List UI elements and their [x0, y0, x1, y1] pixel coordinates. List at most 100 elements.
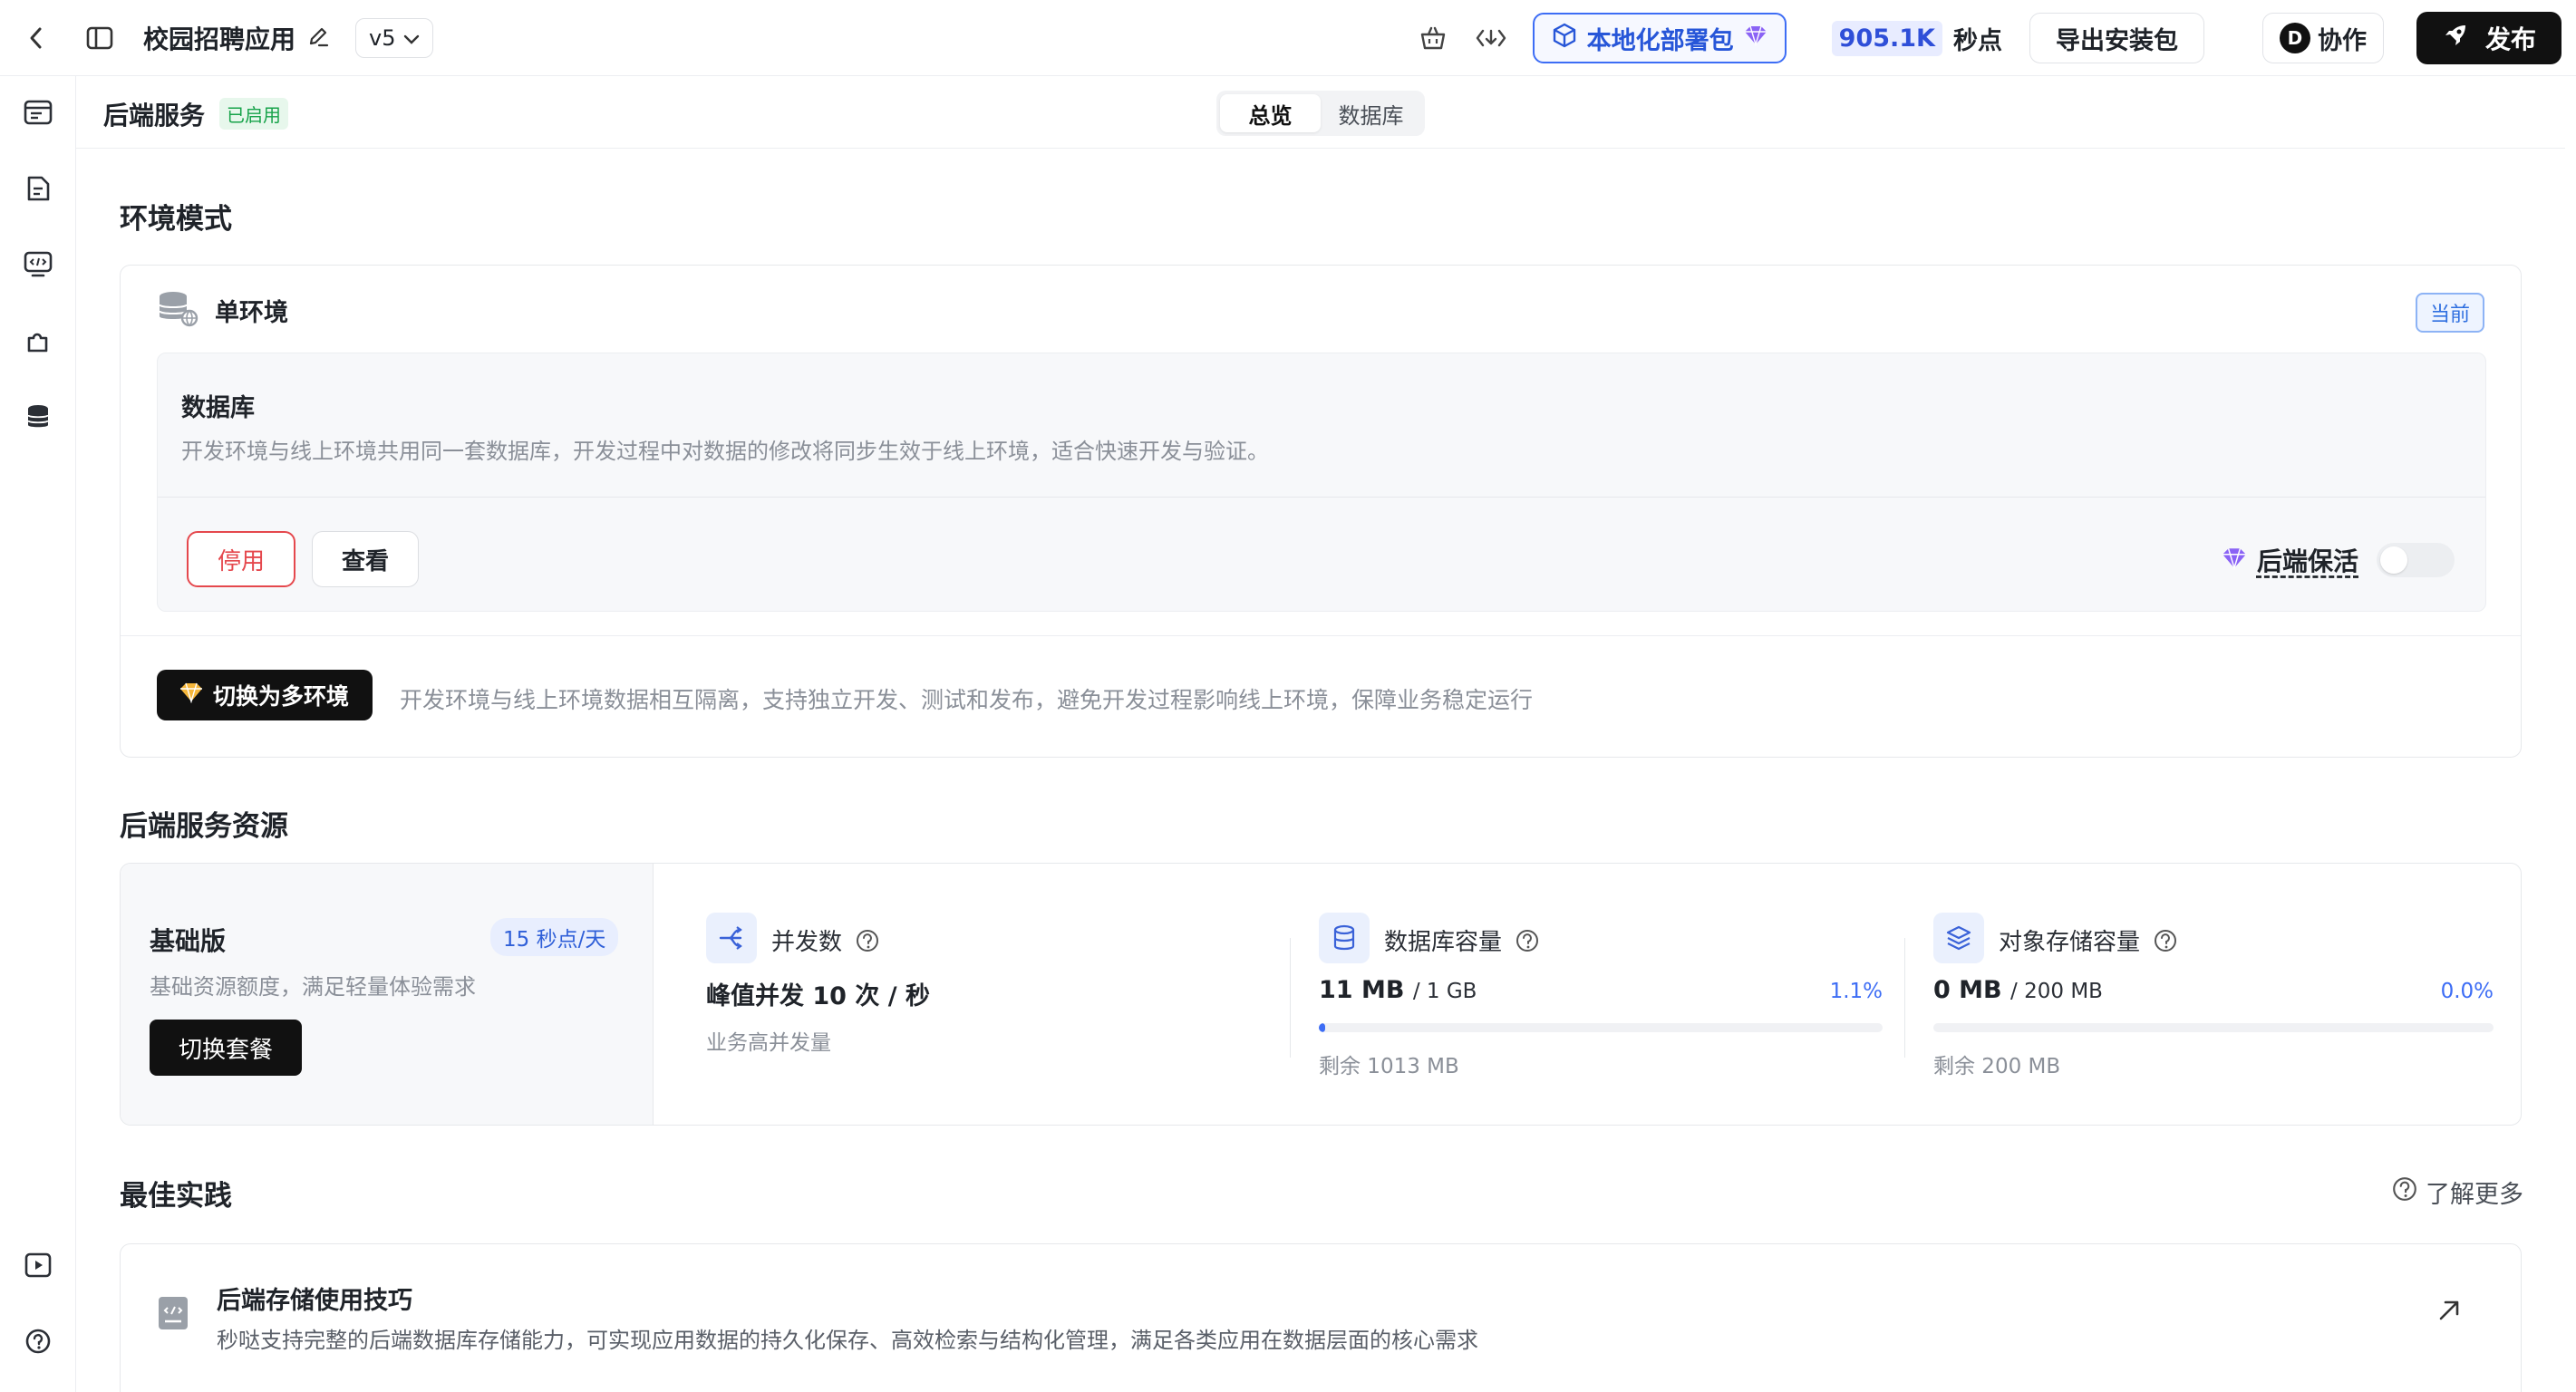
question-icon[interactable]	[855, 928, 880, 953]
object-storage-progress	[1933, 1023, 2494, 1032]
tab-database[interactable]: 数据库	[1321, 94, 1421, 132]
db-capacity-progress	[1319, 1023, 1883, 1032]
edit-icon[interactable]	[306, 24, 330, 52]
code-screen-icon[interactable]	[18, 245, 58, 285]
db-capacity-total: / 1 GB	[1412, 980, 1477, 1003]
resources-section-title: 后端服务资源	[120, 810, 288, 843]
concurrency-title-row: 并发数	[771, 923, 880, 957]
basket-icon[interactable]	[1413, 18, 1453, 58]
rocket-icon	[2442, 22, 2469, 55]
publish-button[interactable]: 发布	[2416, 12, 2561, 64]
code-download-icon[interactable]	[1471, 18, 1511, 58]
collaborate-label: 协作	[2317, 26, 2367, 55]
help-icon[interactable]	[18, 1321, 58, 1361]
points-value: 905.1K	[1831, 20, 1942, 56]
keepalive-label: 后端保活	[2256, 546, 2358, 576]
points-unit: 秒点	[1952, 26, 2002, 55]
env-mode-name: 单环境	[215, 299, 288, 327]
db-capacity-remaining: 剩余 1013 MB	[1319, 1055, 1459, 1078]
env-mode-card: 单环境 当前 数据库 开发环境与线上环境共用同一套数据库，开发过程中对数据的修改…	[120, 265, 2522, 758]
tip-description: 秒哒支持完整的后端数据库存储能力，可实现应用数据的持久化保存、高效检索与结构化管…	[217, 1328, 1478, 1353]
multi-env-description: 开发环境与线上环境数据相互隔离，支持独立开发、测试和发布，避免开发过程影响线上环…	[400, 687, 1534, 713]
db-capacity-value: 11 MB / 1 GB	[1319, 976, 1477, 1004]
concurrency-metric: 并发数 峰值并发 10 次 / 秒 业务高并发量	[706, 864, 1250, 1125]
tab-overview[interactable]: 总览	[1220, 94, 1321, 132]
database-globe-icon	[157, 289, 199, 331]
view-button[interactable]: 查看	[312, 531, 419, 587]
tip-title: 后端存储使用技巧	[217, 1287, 412, 1315]
plan-price-tag: 15 秒点/天	[490, 918, 619, 956]
question-icon	[2391, 1175, 2418, 1209]
learn-more-link[interactable]: 了解更多	[2391, 1174, 2523, 1210]
plan-name: 基础版	[150, 926, 227, 956]
db-capacity-percent: 1.1%	[1829, 980, 1883, 1003]
main-content: 后端服务 已启用 总览 数据库 环境模式 单环境 当前 数据库 开发环境与线上环…	[76, 76, 2565, 1392]
left-sidebar	[0, 76, 76, 1392]
switch-plan-button[interactable]: 切换套餐	[150, 1020, 303, 1076]
version-select[interactable]: v5	[355, 17, 433, 58]
database-icon[interactable]	[18, 397, 58, 437]
sidebar-toggle-icon[interactable]	[80, 18, 120, 58]
divider	[1904, 938, 1905, 1058]
browser-icon[interactable]	[18, 92, 58, 132]
page-title: 后端服务	[103, 101, 206, 130]
concurrency-sub: 业务高并发量	[706, 1031, 831, 1055]
local-deploy-button[interactable]: 本地化部署包	[1532, 13, 1787, 63]
object-storage-title-row: 对象存储容量	[1999, 923, 2178, 957]
points-balance: 905.1K 秒点	[1831, 20, 2002, 56]
concurrency-title: 并发数	[771, 929, 843, 956]
object-storage-value: 0 MB / 200 MB	[1933, 976, 2103, 1004]
view-tabs: 总览 数据库	[1216, 91, 1425, 136]
database-icon	[1319, 913, 1370, 963]
publish-label: 发布	[2484, 24, 2536, 54]
collaborate-button[interactable]: D 协作	[2261, 13, 2384, 63]
external-arrow-icon[interactable]	[2436, 1297, 2463, 1328]
database-info-box: 数据库 开发环境与线上环境共用同一套数据库，开发过程中对数据的修改将同步生效于线…	[157, 353, 2486, 612]
object-storage-total: / 200 MB	[2010, 980, 2103, 1003]
app-title: 校园招聘应用	[143, 24, 296, 54]
concurrency-value: 峰值并发 10 次 / 秒	[706, 982, 931, 1010]
object-storage-metric: 对象存储容量 0 MB / 200 MB 0.0% 剩余 200 MB	[1933, 864, 2494, 1125]
fork-icon	[706, 913, 757, 963]
db-capacity-progress-fill	[1319, 1023, 1325, 1032]
db-capacity-title: 数据库容量	[1384, 929, 1503, 956]
plan-panel: 基础版 15 秒点/天 基础资源额度，满足轻量体验需求 切换套餐	[121, 864, 654, 1125]
plugin-icon[interactable]	[18, 321, 58, 361]
chevron-down-icon	[403, 25, 420, 51]
db-capacity-title-row: 数据库容量	[1384, 923, 1540, 957]
local-deploy-label: 本地化部署包	[1586, 26, 1734, 55]
object-storage-used: 0 MB	[1933, 976, 2002, 1004]
database-description: 开发环境与线上环境共用同一套数据库，开发过程中对数据的修改将同步生效于线上环境，…	[181, 439, 1269, 464]
layers-icon	[1933, 913, 1984, 963]
backend-keepalive: 后端保活	[2221, 542, 2455, 578]
top-bar: 校园招聘应用 v5 本地化部署包 905.1K 秒点 导出安装包 D 协作 发布	[0, 0, 2576, 76]
object-storage-remaining: 剩余 200 MB	[1933, 1055, 2061, 1078]
question-icon[interactable]	[2153, 928, 2178, 953]
divider	[158, 497, 2485, 498]
object-storage-title: 对象存储容量	[1999, 929, 2141, 956]
top-bar-left: 校园招聘应用 v5	[0, 17, 433, 58]
switch-multi-env-button[interactable]: 切换为多环境	[157, 670, 373, 720]
stop-button[interactable]: 停用	[187, 531, 295, 587]
gem-icon	[179, 682, 204, 709]
env-section-title: 环境模式	[120, 203, 232, 236]
play-icon[interactable]	[18, 1245, 58, 1285]
resources-card: 基础版 15 秒点/天 基础资源额度，满足轻量体验需求 切换套餐 并发数 峰值并…	[120, 863, 2522, 1126]
tip-card[interactable]: 后端存储使用技巧 秒哒支持完整的后端数据库存储能力，可实现应用数据的持久化保存、…	[120, 1243, 2522, 1392]
document-icon[interactable]	[18, 169, 58, 208]
object-storage-percent: 0.0%	[2440, 980, 2494, 1003]
switch-multi-env-label: 切换为多环境	[213, 683, 350, 710]
backend-subheader: 后端服务 已启用 总览 数据库	[76, 76, 2565, 149]
diamond-icon	[1743, 24, 1768, 53]
current-tag: 当前	[2415, 293, 2484, 333]
db-capacity-used: 11 MB	[1319, 976, 1405, 1004]
question-icon[interactable]	[1515, 928, 1540, 953]
keepalive-toggle[interactable]	[2377, 543, 2455, 577]
back-icon[interactable]	[16, 18, 56, 58]
best-practice-section-title: 最佳实践	[120, 1180, 232, 1213]
top-bar-right: 本地化部署包 905.1K 秒点 导出安装包 D 协作 发布	[1413, 0, 2561, 76]
divider	[121, 635, 2521, 636]
export-package-button[interactable]: 导出安装包	[2029, 13, 2204, 63]
status-badge: 已启用	[219, 98, 288, 130]
code-book-icon	[157, 1295, 189, 1335]
